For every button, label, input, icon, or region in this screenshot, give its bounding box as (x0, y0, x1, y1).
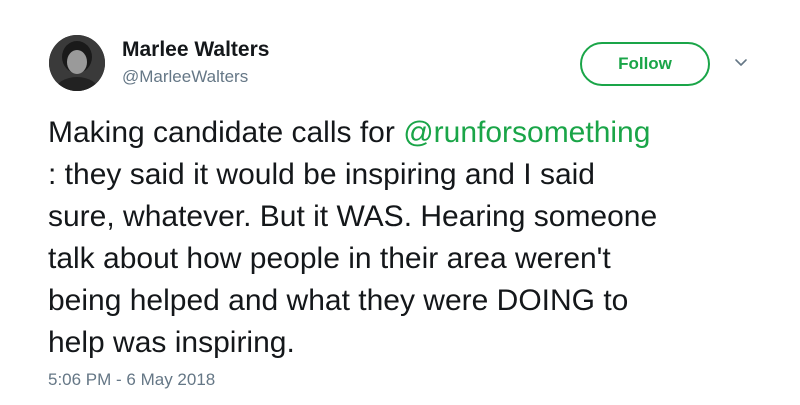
tweet-text: Making candidate calls for @runforsometh… (48, 112, 768, 364)
tweet-line-4: talk about how people in their area were… (48, 242, 611, 275)
tweet-timestamp[interactable]: 5:06 PM - 6 May 2018 (48, 370, 215, 390)
tweet-line-3: sure, whatever. But it WAS. Hearing some… (48, 200, 658, 233)
author-display-name[interactable]: Marlee Walters (122, 38, 269, 62)
tweet-card: Marlee Walters @MarleeWalters Follow Mak… (0, 0, 800, 405)
follow-button[interactable]: Follow (580, 42, 710, 86)
tweet-line-6: help was inspiring. (48, 326, 295, 359)
tweet-text-start: Making candidate calls for (48, 116, 404, 149)
avatar[interactable] (49, 35, 105, 91)
mention-link[interactable]: @runforsomething (403, 116, 650, 149)
chevron-down-icon[interactable] (733, 55, 749, 71)
avatar-image (49, 35, 105, 91)
tweet-line-2: : they said it would be inspiring and I … (48, 158, 595, 191)
tweet-line-5: being helped and what they were DOING to (48, 284, 629, 317)
tweet-line-1: Making candidate calls for @runforsometh… (48, 112, 768, 154)
author-handle[interactable]: @MarleeWalters (122, 67, 248, 87)
